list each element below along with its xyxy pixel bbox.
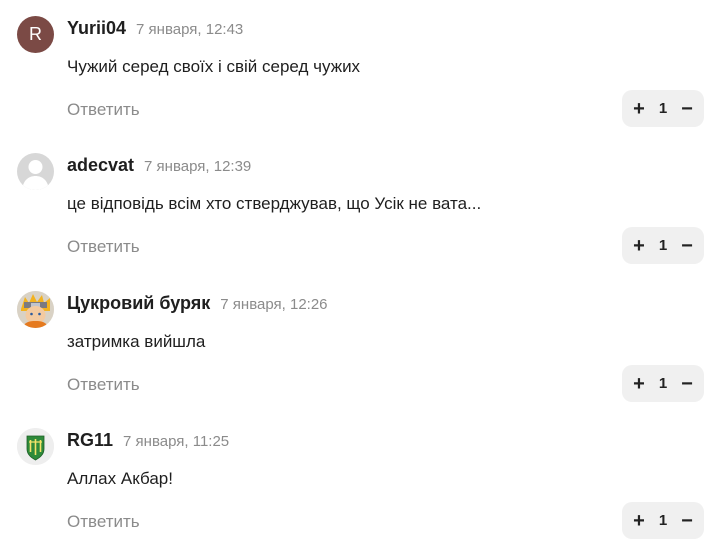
- comment-date: 7 января, 12:39: [144, 158, 252, 175]
- comment-date: 7 января, 12:43: [136, 21, 244, 38]
- vote-widget: + 1 −: [622, 502, 704, 539]
- avatar-letter: R: [29, 24, 42, 44]
- vote-count: 1: [658, 375, 668, 392]
- comment-text: це відповідь всім хто стверджував, що Ус…: [67, 194, 482, 213]
- upvote-icon[interactable]: +: [629, 236, 649, 256]
- comment-item: RG11 7 января, 11:25 Аллах Акбар! Ответит…: [0, 412, 721, 550]
- avatar[interactable]: [17, 153, 54, 190]
- comment-item: adecvat 7 января, 12:39 це відповідь всім…: [0, 137, 721, 275]
- anime-character-avatar: [17, 291, 54, 328]
- vote-count: 1: [658, 237, 668, 254]
- comment-text: затримка вийшла: [67, 332, 206, 351]
- avatar[interactable]: R: [17, 16, 54, 53]
- comment-author-line: Yurii04 7 января, 12:43: [67, 18, 243, 39]
- avatar[interactable]: [17, 291, 54, 328]
- downvote-icon[interactable]: −: [677, 374, 697, 394]
- author-name[interactable]: Цукровий буряк: [67, 293, 210, 313]
- reply-button[interactable]: Ответить: [67, 375, 140, 395]
- reply-button[interactable]: Ответить: [67, 512, 140, 532]
- author-name[interactable]: adecvat: [67, 155, 134, 175]
- vote-count: 1: [658, 100, 668, 117]
- vote-widget: + 1 −: [622, 365, 704, 402]
- reply-button[interactable]: Ответить: [67, 100, 140, 120]
- author-name[interactable]: Yurii04: [67, 18, 126, 38]
- comment-text: Аллах Акбар!: [67, 469, 173, 488]
- upvote-icon[interactable]: +: [629, 511, 649, 531]
- downvote-icon[interactable]: −: [677, 236, 697, 256]
- author-name[interactable]: RG11: [67, 430, 113, 450]
- vote-count: 1: [658, 512, 668, 529]
- comment-text: Чужий серед своїх і свій серед чужих: [67, 57, 361, 76]
- comment-item: Цукровий буряк 7 января, 12:26 затримка в…: [0, 275, 721, 413]
- comment-author-line: adecvat 7 января, 12:39: [67, 155, 251, 176]
- upvote-icon[interactable]: +: [629, 99, 649, 119]
- green-emblem-avatar: [17, 428, 54, 465]
- downvote-icon[interactable]: −: [677, 511, 697, 531]
- comment-author-line: RG11 7 января, 11:25: [67, 430, 229, 451]
- comment-date: 7 января, 11:25: [123, 433, 230, 450]
- downvote-icon[interactable]: −: [677, 99, 697, 119]
- vote-widget: + 1 −: [622, 227, 704, 264]
- comment-author-line: Цукровий буряк 7 января, 12:26: [67, 293, 328, 314]
- reply-button[interactable]: Ответить: [67, 237, 140, 257]
- default-user-icon: [22, 160, 49, 190]
- vote-widget: + 1 −: [622, 90, 704, 127]
- avatar[interactable]: [17, 428, 54, 465]
- comment-date: 7 января, 12:26: [220, 296, 328, 313]
- upvote-icon[interactable]: +: [629, 374, 649, 394]
- comment-item: R Yurii04 7 января, 12:43 Чужий серед сво…: [0, 0, 721, 138]
